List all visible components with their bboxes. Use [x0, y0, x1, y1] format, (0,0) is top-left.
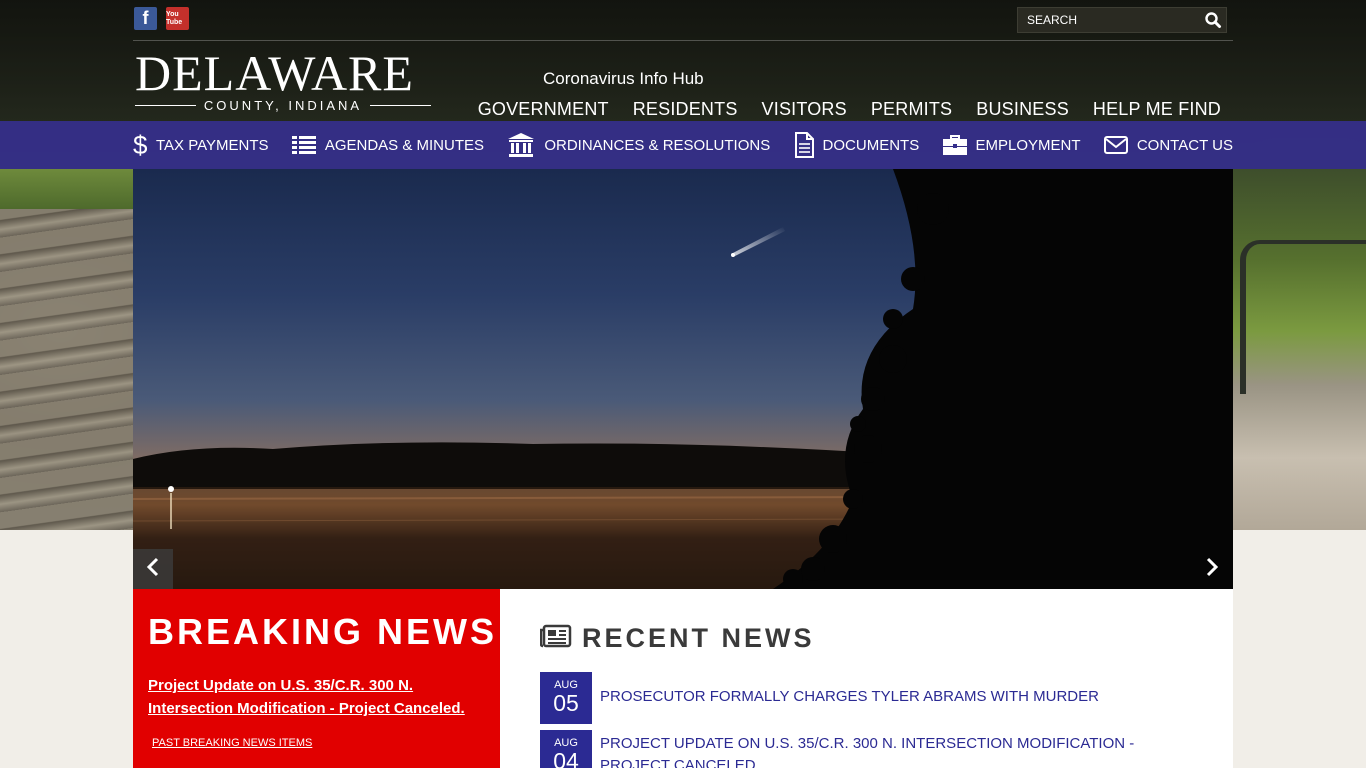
- quick-link-documents[interactable]: DOCUMENTS: [794, 132, 920, 158]
- news-day: 05: [553, 690, 579, 716]
- chevron-left-icon: [146, 557, 160, 582]
- search-icon[interactable]: [1204, 11, 1222, 29]
- news-item[interactable]: AUG 04 PROJECT UPDATE ON U.S. 35/C.R. 30…: [540, 730, 1200, 768]
- youtube-label: You Tube: [166, 10, 183, 26]
- search-box: [1017, 7, 1227, 33]
- quick-links-bar: $ TAX PAYMENTS AGENDAS & MINUTES ORDINAN…: [0, 121, 1366, 169]
- hero-slideshow-image: [133, 169, 1233, 589]
- search-input[interactable]: [1018, 8, 1198, 32]
- quick-link-contact-us[interactable]: CONTACT US: [1103, 136, 1233, 154]
- news-month: AUG: [554, 737, 578, 749]
- news-month: AUG: [554, 679, 578, 691]
- nav-residents[interactable]: RESIDENTS: [633, 99, 738, 120]
- quick-link-label: DOCUMENTS: [822, 136, 920, 154]
- quick-link-ordinances[interactable]: ORDINANCES & RESOLUTIONS: [507, 132, 770, 158]
- hero-scene: [133, 169, 1233, 589]
- nav-visitors[interactable]: VISITORS: [762, 99, 847, 120]
- logo-rule: [135, 105, 196, 106]
- dollar-icon: $: [133, 132, 147, 158]
- news-day: 04: [553, 748, 579, 768]
- slideshow-next-button[interactable]: [1192, 549, 1232, 589]
- quick-link-label: AGENDAS & MINUTES: [324, 136, 485, 154]
- background-grass: [0, 169, 133, 209]
- logo-subtitle-row: COUNTY, INDIANA: [135, 98, 432, 113]
- breaking-news-story-link[interactable]: Project Update on U.S. 35/C.R. 300 N. In…: [148, 674, 493, 720]
- past-breaking-news-link[interactable]: PAST BREAKING NEWS ITEMS: [152, 737, 312, 749]
- youtube-icon[interactable]: You Tube: [166, 7, 189, 30]
- news-item[interactable]: AUG 05 PROSECUTOR FORMALLY CHARGES TYLER…: [540, 672, 1200, 724]
- news-date-badge: AUG 04: [540, 730, 592, 768]
- nav-permits[interactable]: PERMITS: [871, 99, 952, 120]
- courthouse-icon: [507, 132, 535, 158]
- quick-link-tax-payments[interactable]: $ TAX PAYMENTS: [133, 132, 269, 158]
- list-icon: [291, 135, 316, 155]
- recent-news-heading: RECENT NEWS: [582, 623, 815, 653]
- main-nav: GOVERNMENT RESIDENTS VISITORS PERMITS BU…: [478, 99, 1221, 120]
- svg-text:$: $: [133, 132, 147, 158]
- newspaper-icon: [539, 624, 572, 653]
- recent-news-header: RECENT NEWS: [539, 623, 815, 654]
- site-logo[interactable]: DELAWARE COUNTY, INDIANA: [135, 45, 432, 113]
- news-title-link[interactable]: PROSECUTOR FORMALLY CHARGES TYLER ABRAMS…: [600, 672, 1200, 708]
- quick-link-label: TAX PAYMENTS: [156, 136, 269, 154]
- quick-link-label: ORDINANCES & RESOLUTIONS: [544, 136, 771, 154]
- news-date-badge: AUG 05: [540, 672, 592, 724]
- recent-news-panel: RECENT NEWS AUG 05 PROSECUTOR FORMALLY C…: [500, 589, 1233, 768]
- background-railing: [1240, 240, 1366, 394]
- envelope-icon: [1103, 136, 1128, 154]
- nav-business[interactable]: BUSINESS: [976, 99, 1069, 120]
- header-divider: [133, 40, 1233, 41]
- background-stone-wall: [0, 169, 133, 530]
- news-title-link[interactable]: PROJECT UPDATE ON U.S. 35/C.R. 300 N. IN…: [600, 730, 1200, 768]
- breaking-news-panel: BREAKING NEWS Project Update on U.S. 35/…: [133, 589, 500, 768]
- logo-rule: [370, 105, 432, 106]
- quick-link-label: CONTACT US: [1136, 136, 1233, 154]
- slideshow-prev-button[interactable]: [133, 549, 173, 589]
- nav-help-me-find[interactable]: HELP ME FIND: [1093, 99, 1221, 120]
- quick-link-employment[interactable]: EMPLOYMENT: [942, 135, 1081, 155]
- briefcase-icon: [942, 135, 967, 155]
- nav-government[interactable]: GOVERNMENT: [478, 99, 609, 120]
- document-icon: [794, 132, 814, 158]
- quick-link-label: EMPLOYMENT: [975, 136, 1081, 154]
- coronavirus-info-link[interactable]: Coronavirus Info Hub: [543, 69, 704, 89]
- breaking-news-heading: BREAKING NEWS: [148, 611, 498, 652]
- chevron-right-icon: [1205, 557, 1219, 582]
- logo-subtitle: COUNTY, INDIANA: [203, 98, 363, 113]
- quick-link-agendas-minutes[interactable]: AGENDAS & MINUTES: [291, 135, 485, 155]
- logo-title: DELAWARE: [135, 45, 414, 101]
- facebook-icon[interactable]: f: [134, 7, 157, 30]
